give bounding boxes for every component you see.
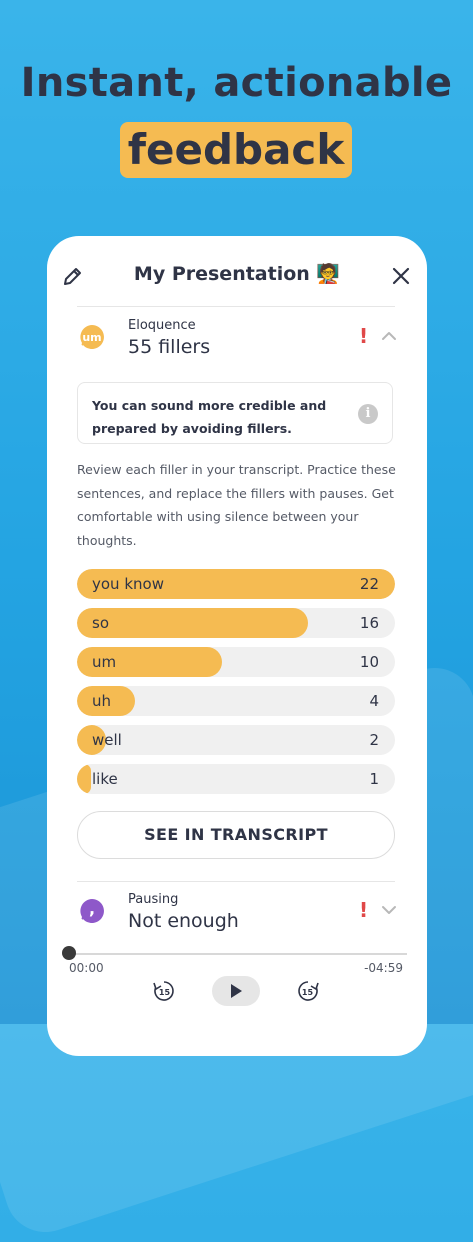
pausing-value: Not enough <box>128 910 239 932</box>
filler-word: like <box>92 770 118 788</box>
filler-word: well <box>92 731 122 749</box>
chevron-down-icon[interactable] <box>379 900 399 920</box>
filler-count: 1 <box>369 770 379 788</box>
filler-word: uh <box>92 692 112 710</box>
scrubber-handle[interactable] <box>62 946 76 960</box>
filler-description: Review each filler in your transcript. P… <box>77 462 396 548</box>
tip-text: You can sound more credible and prepared… <box>92 398 327 436</box>
filler-icon-text: um <box>82 331 101 344</box>
filler-row[interactable]: like 1 <box>77 764 395 794</box>
remaining-time: -04:59 <box>364 961 403 975</box>
alert-icon: ! <box>359 898 369 922</box>
headline-highlight: feedback <box>120 122 352 178</box>
tip-box: You can sound more credible and prepared… <box>77 382 393 444</box>
pausing-speech-icon: , <box>80 899 104 923</box>
filler-row[interactable]: uh 4 <box>77 686 395 716</box>
filler-row[interactable]: um 10 <box>77 647 395 677</box>
close-icon[interactable] <box>389 264 413 288</box>
see-in-transcript-button[interactable]: SEE IN TRANSCRIPT <box>77 811 395 859</box>
filler-speech-icon: um <box>80 325 104 349</box>
chevron-up-icon[interactable] <box>379 326 399 346</box>
filler-count: 2 <box>369 731 379 749</box>
eloquence-label: Eloquence <box>128 318 196 333</box>
filler-word: um <box>92 653 117 671</box>
skip-forward-15-icon[interactable]: 15 <box>296 979 320 1003</box>
playback-scrubber[interactable] <box>67 953 407 955</box>
filler-row[interactable]: so 16 <box>77 608 395 638</box>
eloquence-value: 55 fillers <box>128 336 211 358</box>
divider <box>77 881 395 882</box>
headline: Instant, actionable <box>20 60 453 106</box>
alert-icon: ! <box>359 324 369 348</box>
filler-row[interactable]: you know 22 <box>77 569 395 599</box>
info-icon[interactable]: i <box>358 404 378 424</box>
filler-count: 4 <box>369 692 379 710</box>
filler-word: you know <box>92 575 164 593</box>
filler-word: so <box>92 614 109 632</box>
pausing-icon-text: , <box>89 899 95 918</box>
divider <box>77 306 395 307</box>
skip-back-15-icon[interactable]: 15 <box>152 979 176 1003</box>
filler-count: 16 <box>359 614 379 632</box>
skip-back-label: 15 <box>159 988 171 997</box>
filler-count: 22 <box>359 575 379 593</box>
filler-bar-fill <box>77 764 91 794</box>
page-title: My Presentation 🧑‍🏫 <box>133 263 341 285</box>
skip-forward-label: 15 <box>302 988 314 997</box>
pausing-label: Pausing <box>128 892 179 907</box>
play-button[interactable] <box>212 976 260 1006</box>
elapsed-time: 00:00 <box>69 961 104 975</box>
top-bar: My Presentation 🧑‍🏫 <box>47 256 427 292</box>
filler-row[interactable]: well 2 <box>77 725 395 755</box>
phone-screen: My Presentation 🧑‍🏫 um Eloquence 55 fill… <box>47 236 427 1056</box>
filler-count: 10 <box>359 653 379 671</box>
filler-bar-fill <box>77 608 308 638</box>
play-icon <box>231 984 242 998</box>
